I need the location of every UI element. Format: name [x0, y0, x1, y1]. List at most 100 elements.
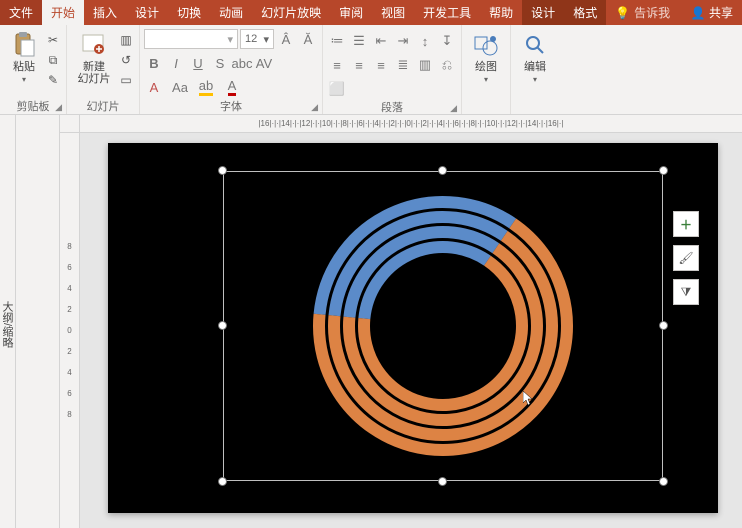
- format-painter-button[interactable]: ✎: [44, 71, 62, 89]
- italic-icon: I: [174, 56, 178, 71]
- tell-me-label: 告诉我: [634, 4, 670, 21]
- cut-button[interactable]: ✂: [44, 31, 62, 49]
- font-size-value: 12: [245, 33, 257, 45]
- tab-slideshow[interactable]: 幻灯片放映: [252, 0, 330, 25]
- ruler-horizontal: |16|·|·|14|·|·|12|·|·|10|·|·|8|·|·|6|·|·…: [80, 115, 742, 133]
- layout-icon: ▥: [120, 33, 131, 47]
- resize-handle-ne[interactable]: [659, 166, 668, 175]
- tab-design[interactable]: 设计: [126, 0, 168, 25]
- italic-button[interactable]: I: [166, 53, 186, 73]
- shadow-button[interactable]: abc: [232, 53, 252, 73]
- chevron-down-icon: ▾: [484, 75, 488, 84]
- text-direction-button[interactable]: ↧: [437, 31, 457, 51]
- dialog-launcher-icon[interactable]: ◢: [450, 103, 457, 114]
- spacing-button[interactable]: AV: [254, 53, 274, 73]
- shrink-font-button[interactable]: Ă: [298, 29, 318, 49]
- chart-object[interactable]: ＋ 🖌 ⧩: [223, 171, 663, 481]
- tab-transitions[interactable]: 切换: [168, 0, 210, 25]
- tab-dev[interactable]: 开发工具: [414, 0, 480, 25]
- slide[interactable]: ＋ 🖌 ⧩: [108, 143, 718, 513]
- ruler-tick: 0: [67, 326, 71, 335]
- doughnut-chart[interactable]: [303, 186, 583, 466]
- align-left-button[interactable]: ≡: [327, 55, 347, 75]
- strike-button[interactable]: S: [210, 53, 230, 73]
- group-editing: 编辑 ▾: [511, 25, 559, 114]
- share-button[interactable]: 👤 共享: [682, 0, 742, 25]
- tab-insert[interactable]: 插入: [84, 0, 126, 25]
- align-center-button[interactable]: ≡: [349, 55, 369, 75]
- clear-format-button[interactable]: A: [144, 77, 164, 97]
- chart-filters-button[interactable]: ⧩: [673, 279, 699, 305]
- align-text-button[interactable]: ⎌: [437, 55, 457, 75]
- grow-font-button[interactable]: Â: [276, 29, 296, 49]
- tab-help[interactable]: 帮助: [480, 0, 522, 25]
- chart-styles-button[interactable]: 🖌: [673, 245, 699, 271]
- resize-handle-sw[interactable]: [218, 477, 227, 486]
- paste-button[interactable]: 粘贴 ▾: [4, 27, 44, 84]
- thumbnails-pane[interactable]: [16, 115, 60, 528]
- font-name-combo[interactable]: ▾: [144, 29, 238, 49]
- tab-chart-design[interactable]: 设计: [522, 0, 564, 25]
- slide-reset-button[interactable]: ↺: [117, 51, 135, 69]
- line-spacing-button[interactable]: ↕: [415, 31, 435, 51]
- reset-icon: ↺: [121, 53, 131, 67]
- underline-button[interactable]: U: [188, 53, 208, 73]
- font-fill-button[interactable]: ab: [196, 77, 216, 97]
- indent-dec-button[interactable]: ⇤: [371, 31, 391, 51]
- bullets-button[interactable]: ≔: [327, 31, 347, 51]
- resize-handle-nw[interactable]: [218, 166, 227, 175]
- tell-me[interactable]: 💡告诉我: [606, 0, 679, 25]
- font-color-button[interactable]: A: [222, 77, 242, 97]
- copy-button[interactable]: ⧉: [44, 51, 62, 69]
- font-color-icon: A: [228, 78, 237, 96]
- title-tabs: 文件 开始 插入 设计 切换 动画 幻灯片放映 审阅 视图 开发工具 帮助 设计…: [0, 0, 742, 25]
- resize-handle-w[interactable]: [218, 321, 227, 330]
- justify-icon: ≣: [398, 57, 409, 73]
- workspace: 大纲/缩略 |16|·|·|14|·|·|12|·|·|10|·|·|8|·|·…: [0, 115, 742, 528]
- tab-file[interactable]: 文件: [0, 0, 42, 25]
- columns-button[interactable]: ▥: [415, 55, 435, 75]
- dialog-launcher-icon[interactable]: ◢: [311, 102, 318, 113]
- align-right-button[interactable]: ≡: [371, 55, 391, 75]
- funnel-icon: ⧩: [681, 285, 692, 300]
- font-group-label: 字体: [220, 98, 242, 114]
- resize-handle-n[interactable]: [438, 166, 447, 175]
- smartart-button[interactable]: ⬜: [327, 79, 347, 99]
- slide-section-button[interactable]: ▭: [117, 71, 135, 89]
- font-size-combo[interactable]: 12▾: [240, 29, 274, 49]
- slide-layout-button[interactable]: ▥: [117, 31, 135, 49]
- editing-button[interactable]: 编辑 ▾: [515, 27, 555, 84]
- chart-elements-button[interactable]: ＋: [673, 211, 699, 237]
- numbering-icon: ☰: [353, 33, 365, 49]
- ruler-tick: 6: [67, 263, 71, 272]
- group-font: ▾ 12▾ Â Ă B I U S abc AV A Aa ab A 字体 ◢: [140, 25, 323, 114]
- dialog-launcher-icon[interactable]: ◢: [55, 102, 62, 113]
- chart-float-toolbar: ＋ 🖌 ⧩: [673, 211, 699, 305]
- justify-button[interactable]: ≣: [393, 55, 413, 75]
- bold-icon: B: [149, 56, 158, 71]
- resize-handle-se[interactable]: [659, 477, 668, 486]
- grow-font-icon: Â: [282, 32, 291, 47]
- drawing-button[interactable]: 绘图 ▾: [466, 27, 506, 84]
- outline-pane-tab[interactable]: 大纲/缩略: [0, 115, 16, 528]
- brush-icon: ✎: [48, 73, 58, 87]
- tab-review[interactable]: 审阅: [330, 0, 372, 25]
- bold-button[interactable]: B: [144, 53, 164, 73]
- copy-icon: ⧉: [49, 53, 58, 68]
- group-drawing: 绘图 ▾: [462, 25, 511, 114]
- chevron-down-icon: ▾: [22, 75, 26, 84]
- tab-view[interactable]: 视图: [372, 0, 414, 25]
- numbering-button[interactable]: ☰: [349, 31, 369, 51]
- tab-animations[interactable]: 动画: [210, 0, 252, 25]
- tab-chart-format[interactable]: 格式: [564, 0, 606, 25]
- new-slide-button[interactable]: 新建 幻灯片: [71, 27, 117, 85]
- tab-home[interactable]: 开始: [42, 0, 84, 25]
- indent-inc-button[interactable]: ⇥: [393, 31, 413, 51]
- resize-handle-s[interactable]: [438, 477, 447, 486]
- resize-handle-e[interactable]: [659, 321, 668, 330]
- strike-icon: S: [216, 56, 225, 71]
- scissors-icon: ✂: [48, 33, 58, 47]
- ruler-tick: 4: [67, 368, 71, 377]
- change-case-button[interactable]: Aa: [170, 77, 190, 97]
- share-icon: 👤: [691, 6, 706, 20]
